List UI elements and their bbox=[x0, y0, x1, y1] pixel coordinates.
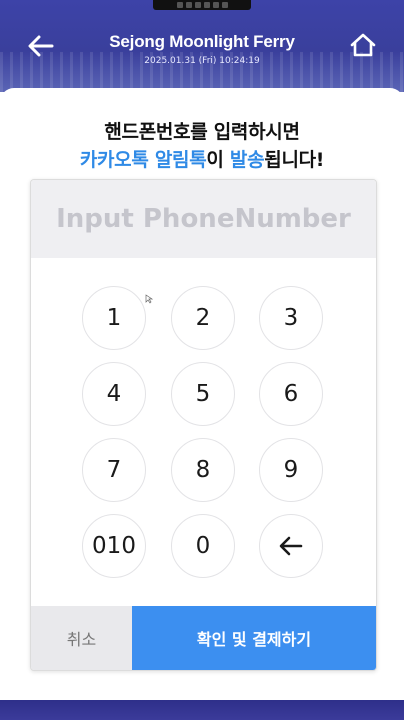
keypad-key-1[interactable]: 1 bbox=[82, 286, 146, 350]
cancel-button[interactable]: 취소 bbox=[31, 606, 132, 670]
keypad-key-6[interactable]: 6 bbox=[259, 362, 323, 426]
system-status-bar bbox=[153, 0, 251, 10]
page-title: Sejong Moonlight Ferry bbox=[109, 32, 295, 51]
bottom-bar bbox=[0, 700, 404, 720]
send-text: 발송 bbox=[229, 149, 265, 171]
back-button[interactable] bbox=[26, 31, 56, 61]
home-icon bbox=[350, 33, 376, 57]
mouse-cursor-icon bbox=[145, 294, 153, 304]
keypad-key-3[interactable]: 3 bbox=[259, 286, 323, 350]
arrow-left-icon bbox=[28, 35, 54, 57]
home-button[interactable] bbox=[348, 30, 378, 60]
app-header: Sejong Moonlight Ferry 2025.01.31 (Fri) … bbox=[0, 0, 404, 92]
keypad-key-010[interactable]: 010 bbox=[82, 514, 146, 578]
arrow-left-icon bbox=[279, 536, 303, 556]
instruction-particle-text: 이 bbox=[206, 149, 230, 171]
phone-entry-panel: 1 2 3 4 5 6 7 8 9 010 0 취소 확인 및 결제하기 bbox=[30, 179, 377, 671]
keypad-key-4[interactable]: 4 bbox=[82, 362, 146, 426]
kakao-alimtalk-text: 카카오톡 알림톡 bbox=[79, 149, 207, 171]
instruction-end-text: 됩니다! bbox=[264, 149, 325, 171]
phone-number-input[interactable] bbox=[31, 180, 376, 258]
instruction-line-1: 핸드폰번호를 입력하시면 bbox=[104, 121, 300, 143]
keypad-key-0[interactable]: 0 bbox=[171, 514, 235, 578]
current-datetime: 2025.01.31 (Fri) 10:24:19 bbox=[144, 56, 260, 66]
keypad-key-5[interactable]: 5 bbox=[171, 362, 235, 426]
confirm-and-pay-button[interactable]: 확인 및 결제하기 bbox=[132, 606, 376, 670]
keypad-key-8[interactable]: 8 bbox=[171, 438, 235, 502]
keypad-key-2[interactable]: 2 bbox=[171, 286, 235, 350]
instruction-line-2: 카카오톡 알림톡이 발송됩니다! bbox=[0, 145, 404, 172]
keypad-key-7[interactable]: 7 bbox=[82, 438, 146, 502]
keypad-backspace-button[interactable] bbox=[259, 514, 323, 578]
keypad-key-9[interactable]: 9 bbox=[259, 438, 323, 502]
